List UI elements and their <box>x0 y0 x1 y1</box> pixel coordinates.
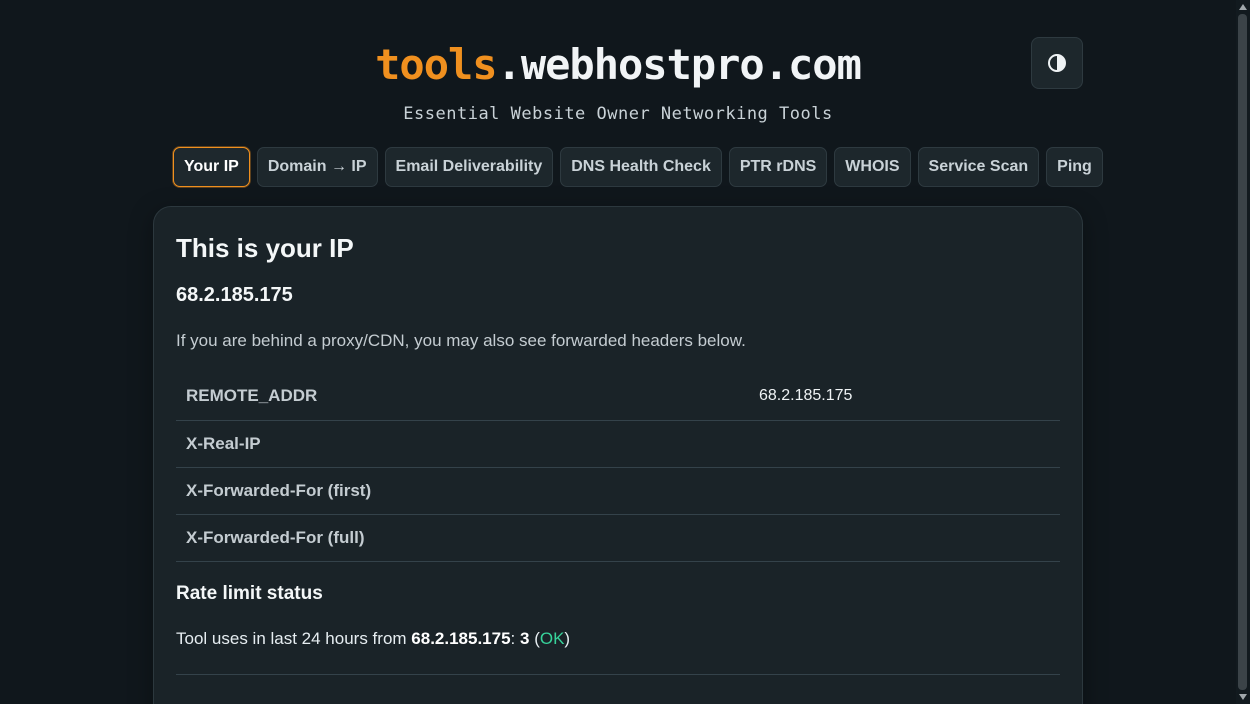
rate-close-paren: ) <box>564 629 571 648</box>
header-value <box>758 514 1060 561</box>
tab-ping[interactable]: Ping <box>1046 147 1103 187</box>
page: tools.webhostpro.com Essential Website O… <box>0 0 1236 704</box>
rate-status: OK <box>539 629 565 648</box>
contrast-icon <box>1048 54 1066 72</box>
brand-accent: tools <box>375 40 497 89</box>
tagline: Essential Website Owner Networking Tools <box>403 104 833 124</box>
table-row: X-Forwarded-For (first) <box>176 467 1060 514</box>
scrollbar-thumb[interactable] <box>1238 14 1247 690</box>
rate-separator: : <box>510 629 520 648</box>
header-value: 68.2.185.175 <box>759 387 853 405</box>
header-value <box>758 420 1060 467</box>
scrollbar[interactable] <box>1236 0 1250 704</box>
ip-address: 68.2.185.175 <box>176 284 293 306</box>
tab-service-scan[interactable]: Service Scan <box>917 147 1040 187</box>
tab-ptr-rdns[interactable]: PTR rDNS <box>728 147 828 187</box>
table-row: REMOTE_ADDR 68.2.185.175 <box>176 373 1060 420</box>
header-key: X-Real-IP <box>186 433 261 453</box>
rate-limit-line: Tool uses in last 24 hours from 68.2.185… <box>176 629 570 649</box>
tool-tabs: Your IP Domain → IP Email Deliverability… <box>173 147 1103 187</box>
table-row: X-Real-IP <box>176 420 1060 467</box>
ip-card: This is your IP 68.2.185.175 If you are … <box>153 206 1083 704</box>
proxy-note: If you are behind a proxy/CDN, you may a… <box>176 331 746 350</box>
tab-domain-ip[interactable]: Domain → IP <box>256 147 378 187</box>
rate-ip: 68.2.185.175 <box>411 629 511 648</box>
table-row: X-Forwarded-For (full) <box>176 514 1060 561</box>
header-key: REMOTE_ADDR <box>186 386 318 406</box>
theme-toggle-button[interactable] <box>1031 37 1083 89</box>
divider <box>176 674 1060 675</box>
tab-whois[interactable]: WHOIS <box>834 147 911 187</box>
scroll-down-icon[interactable] <box>1239 694 1247 700</box>
header-key: X-Forwarded-For (full) <box>186 527 365 547</box>
tab-dns-health-check[interactable]: DNS Health Check <box>560 147 722 187</box>
header-key: X-Forwarded-For (first) <box>186 480 372 500</box>
tab-email-deliverability[interactable]: Email Deliverability <box>384 147 554 187</box>
scroll-up-icon[interactable] <box>1239 4 1247 10</box>
rate-open-paren: ( <box>529 629 540 648</box>
rate-prefix: Tool uses in last 24 hours from <box>176 629 412 648</box>
card-title: This is your IP <box>176 233 354 263</box>
header-value <box>758 467 1060 514</box>
rate-limit-title: Rate limit status <box>176 583 323 604</box>
brand-domain: .webhostpro.com <box>496 40 862 89</box>
headers-table: REMOTE_ADDR 68.2.185.175 X-Real-IP X-For… <box>176 373 1060 562</box>
tab-your-ip[interactable]: Your IP <box>173 147 250 187</box>
